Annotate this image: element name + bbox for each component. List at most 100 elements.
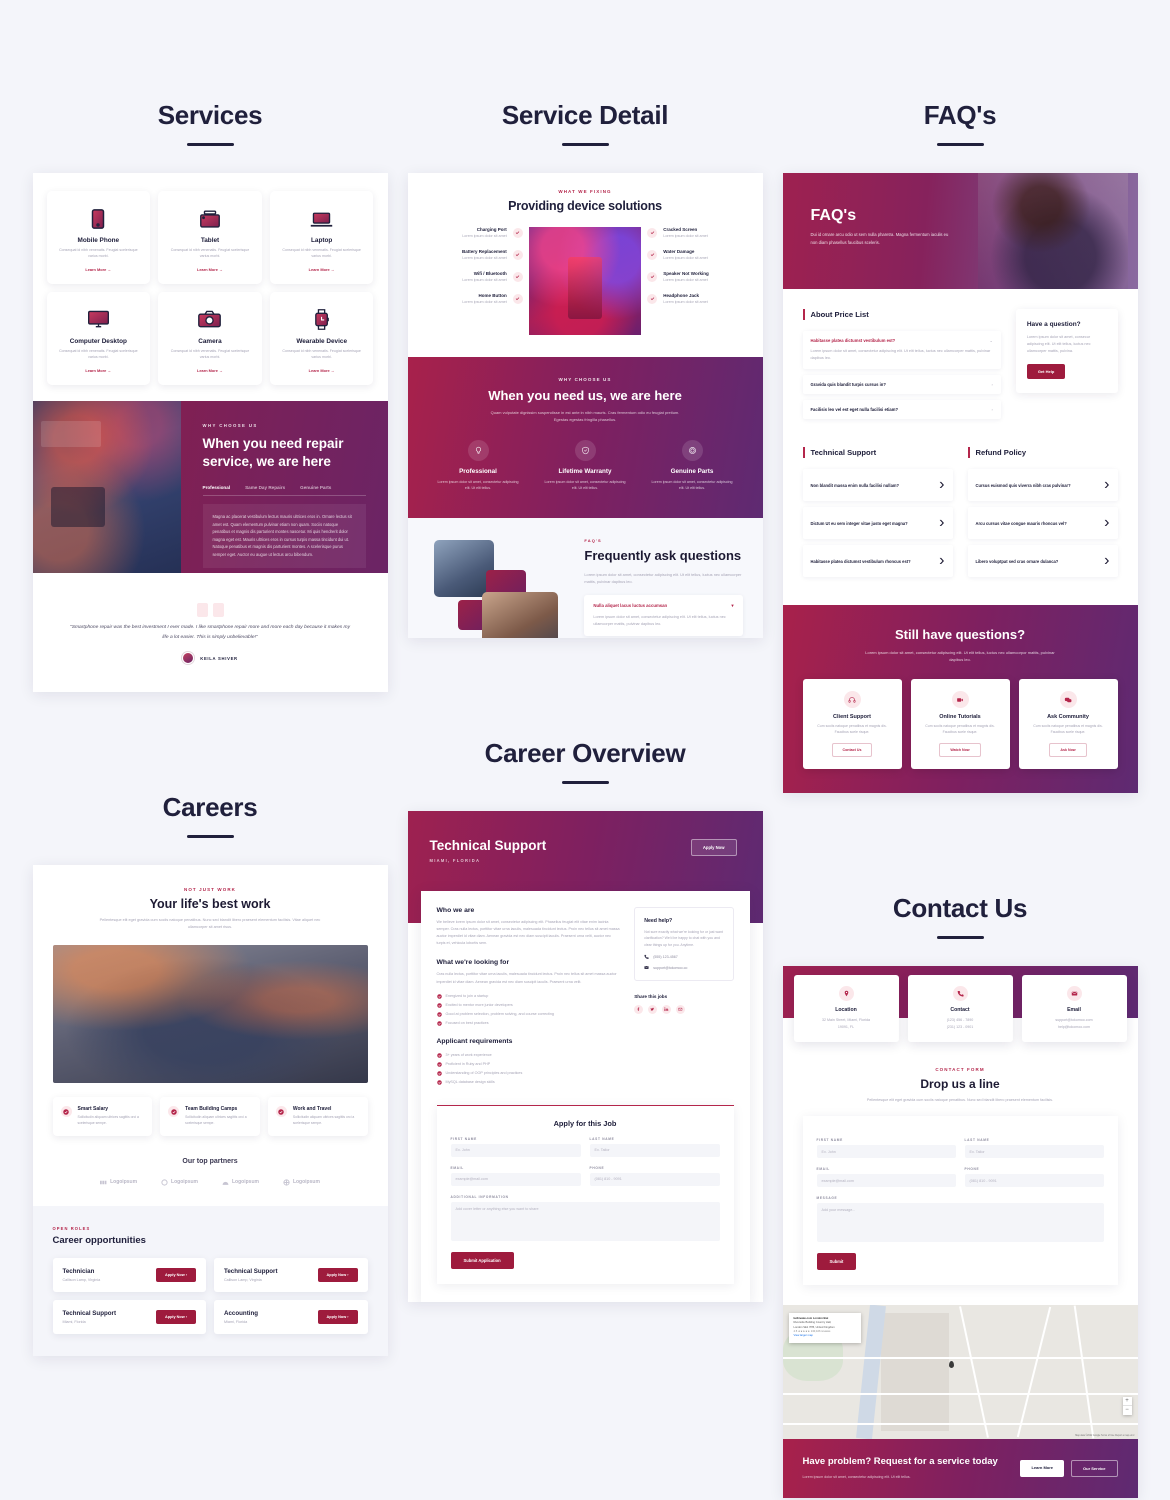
service-learn-more-link[interactable]: Learn More → — [277, 368, 367, 373]
list-item: Focused on best practices — [436, 1021, 621, 1026]
role-card: Technical Support Callison Lamp, Virgini… — [214, 1257, 368, 1292]
sd-why-choose-us: WHY CHOOSE US When you need us, we are h… — [407, 357, 763, 518]
faq-accordion-item[interactable]: Habitasse platea dictumst vestibulum est… — [802, 331, 1001, 370]
view-larger-map-link[interactable]: View larger map — [794, 1334, 856, 1338]
email-input[interactable]: example@mail.com — [450, 1172, 581, 1186]
faq-accordion-item[interactable]: Gravida quis blandit turpis cursus in? › — [802, 375, 1001, 395]
tab-genuine-parts[interactable]: Genuine Parts — [300, 485, 331, 490]
contact-card: Contact (123) 456 - 7890 (231) 123 - 090… — [907, 975, 1013, 1043]
faq-row[interactable]: Non blandit massa enim nulla facilisi nu… — [802, 469, 953, 502]
service-card[interactable]: Computer Desktop Consequat id nibh venen… — [46, 291, 151, 385]
facebook-icon[interactable] — [634, 1005, 644, 1014]
faq-row[interactable]: Libero voluptpat sed cras ornare dulanca… — [967, 545, 1118, 578]
faq-accordion-item[interactable]: Nulla aliquet lacus luctus accumsan ▾ Lo… — [584, 594, 743, 636]
faq-question-row[interactable]: Facilisis leo vel est eget nulla facilis… — [811, 407, 993, 412]
zoom-out-button[interactable]: − — [1123, 1406, 1132, 1415]
who-we-are-body: We believe lorem ipsum dolor sit amet, c… — [436, 919, 620, 946]
get-help-button[interactable]: Get Help — [1026, 364, 1066, 380]
need-help-email[interactable]: support@tokomoo.co — [644, 965, 723, 970]
additional-info-textarea[interactable]: Add cover letter or anything else you wa… — [450, 1201, 720, 1241]
column-right: FAQ's FAQ's Dui id ornare arcu odio ut s… — [773, 0, 1148, 1499]
role-title: Accounting — [224, 1309, 259, 1317]
apply-now-button[interactable]: Apply Now › — [317, 1309, 358, 1324]
learn-more-button[interactable]: Learn More — [1020, 1459, 1065, 1477]
technical-support-section: Technical Support Non blandit massa enim… — [802, 447, 953, 583]
sd-faq-section: FAQ'S Frequently ask questions Lorem ips… — [407, 517, 763, 638]
sd-faq-eyebrow: FAQ'S — [584, 537, 602, 543]
first-name-input[interactable]: Ex. John — [816, 1145, 956, 1159]
submit-button[interactable]: Submit — [816, 1253, 857, 1271]
map-info-card[interactable]: bellmeate.com London Bwi Riverside Build… — [788, 1313, 861, 1343]
still-lead: Lorem ipsum dolor sit amet, consectetur … — [865, 650, 1055, 663]
ask-now-button[interactable]: Ask Now — [1049, 743, 1087, 758]
faq-accordion-item[interactable]: Facilisis leo vel est eget nulla facilis… — [802, 400, 1001, 420]
sd-item-title: Wifi / Bluetooth — [473, 271, 507, 276]
service-card[interactable]: Mobile Phone Consequat id nibh venenatis… — [46, 191, 151, 284]
mail-icon[interactable] — [676, 1005, 686, 1014]
faq-row[interactable]: Cursus euismod quis viverra nibh cras pu… — [967, 469, 1118, 502]
tablet-icon — [165, 205, 255, 233]
message-textarea[interactable]: Add your message... — [816, 1203, 1104, 1243]
faq-row[interactable]: Arcu cursus vitae congue mauris rhoncus … — [967, 507, 1118, 540]
service-learn-more-link[interactable]: Learn More → — [165, 267, 255, 272]
faq-question-row[interactable]: Gravida quis blandit turpis cursus in? › — [811, 382, 993, 387]
our-service-button[interactable]: Our Service — [1071, 1459, 1118, 1477]
tab-same-day-repairs[interactable]: Same Day Repairs — [245, 485, 285, 490]
check-icon — [512, 249, 523, 260]
phone-input[interactable]: (081) 810 - 9091 — [964, 1174, 1104, 1188]
first-name-input[interactable]: Ex. John — [450, 1143, 581, 1157]
service-learn-more-link[interactable]: Learn More → — [54, 368, 144, 373]
need-help-phone[interactable]: (555) 123-4567 — [644, 954, 723, 959]
service-learn-more-link[interactable]: Learn More → — [54, 267, 144, 272]
job-detail-sidebar: Need help? Not sure exactly what we're l… — [634, 906, 734, 1089]
map-zoom-controls[interactable]: + − — [1122, 1397, 1132, 1416]
service-learn-more-link[interactable]: Learn More → — [165, 368, 255, 373]
faq-question-row[interactable]: Nulla aliquet lacus luctus accumsan ▾ — [593, 603, 733, 609]
section-heading: Refund Policy — [967, 447, 1118, 459]
smartwatch-icon — [277, 306, 367, 334]
apply-now-button[interactable]: Apply Now — [690, 838, 737, 856]
linkedin-icon[interactable] — [662, 1005, 672, 1014]
sd-eyebrow: WHAT WE FIXING — [558, 189, 612, 194]
zoom-in-button[interactable]: + — [1122, 1397, 1132, 1407]
watch-now-button[interactable]: Watch Now — [939, 743, 981, 758]
contact-info-cards: Location 32 Main Street, Miami, Florida … — [783, 975, 1138, 1043]
field-label: MESSAGE — [816, 1196, 838, 1201]
apply-now-button[interactable]: Apply Now › — [317, 1267, 358, 1282]
email-input[interactable]: example@mail.com — [816, 1174, 956, 1188]
tab-professional[interactable]: Professional — [203, 485, 231, 490]
last-name-input[interactable]: Ex. Tailor — [589, 1143, 720, 1157]
list-item: 3+ years of work experience — [436, 1053, 621, 1058]
camera-icon — [165, 306, 255, 334]
sd-item-desc: Lorem ipsum dolor sit amet — [462, 256, 507, 260]
location-map[interactable]: bellmeate.com London Bwi Riverside Build… — [782, 1305, 1138, 1440]
service-learn-more-link[interactable]: Learn More → — [277, 267, 367, 272]
careers-page-block: Careers NOT JUST WORK Your life's best w… — [32, 792, 388, 1356]
faq-row[interactable]: Habitasse platea dictumst vestibulum rho… — [802, 545, 953, 578]
submit-application-button[interactable]: Submit Application — [450, 1251, 514, 1269]
still-cards: Client Support Cum sociis natoque penati… — [802, 679, 1118, 770]
feature-card: Professional Lorem ipsum dolor sit amet,… — [430, 440, 527, 491]
service-card[interactable]: Wearable Device Consequat id nibh venena… — [269, 291, 374, 385]
page-title-careers: Careers — [162, 792, 258, 823]
service-detail-page-block: Service Detail WHAT WE FIXING Providing … — [407, 100, 763, 638]
card-title: Location — [835, 1007, 857, 1014]
phone-input[interactable]: (081) 810 - 9091 — [589, 1172, 720, 1186]
apply-now-button[interactable]: Apply Now › — [156, 1267, 196, 1282]
service-card[interactable]: Laptop Consequat id nibh venenatis. Feug… — [269, 191, 374, 284]
form-row: EMAIL example@mail.com PHONE (081) 810 -… — [816, 1167, 1104, 1188]
service-card[interactable]: Camera Consequat id nibh venenatis. Feug… — [158, 291, 262, 385]
sd-item-desc: Lorem ipsum dolor sit amet — [462, 300, 507, 304]
contact-us-button[interactable]: Contact Us — [831, 743, 873, 758]
pin-icon — [838, 986, 854, 1002]
share-jobs-title: Share this jobs — [634, 994, 668, 999]
service-card[interactable]: Tablet Consequat id nibh venenatis. Feug… — [158, 191, 262, 284]
service-desc: Consequat id nibh venenatis. Feugiat sce… — [170, 348, 250, 359]
apply-now-button[interactable]: Apply Now › — [156, 1309, 196, 1324]
last-name-input[interactable]: Ex. Tailor — [964, 1145, 1104, 1159]
sd-item-title: Charging Port — [476, 227, 507, 232]
field-label: LAST NAME — [589, 1136, 615, 1141]
twitter-icon[interactable] — [648, 1005, 658, 1014]
faq-row[interactable]: Dictum Ut eu sem integer vitae justo ege… — [802, 507, 953, 540]
faq-question-row[interactable]: Habitasse platea dictumst vestibulum est… — [811, 338, 993, 343]
